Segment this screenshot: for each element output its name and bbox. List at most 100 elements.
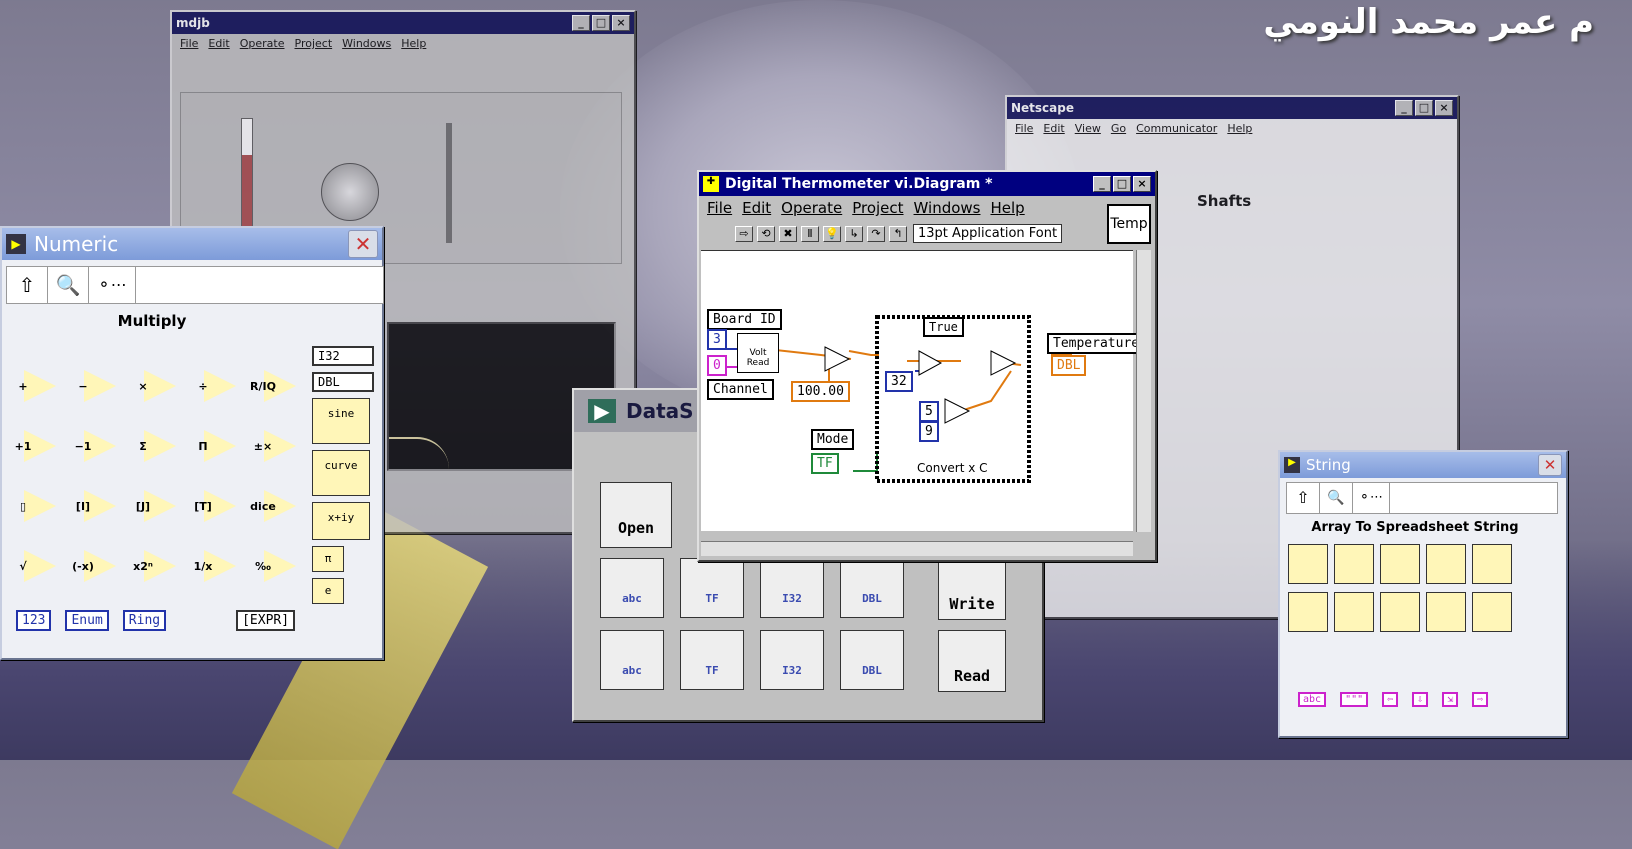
browser-menu-communicator[interactable]: Communicator — [1136, 122, 1217, 135]
horizontal-scrollbar[interactable] — [701, 541, 1133, 556]
run-continuous-icon[interactable]: ⟲ — [757, 225, 775, 242]
board-id-constant[interactable]: 3 — [707, 329, 727, 350]
numeric-function-0-4[interactable]: R/IQR/IQ — [250, 358, 308, 414]
front-panel-titlebar[interactable]: mdjb _ □ × — [172, 12, 634, 34]
font-selector[interactable]: 13pt Application Font — [913, 224, 1063, 243]
constant-32[interactable]: 32 — [885, 371, 913, 392]
string-constant-1[interactable]: """ — [1340, 692, 1369, 707]
constant-5[interactable]: 5 — [919, 401, 939, 422]
browser-menu-go[interactable]: Go — [1111, 122, 1126, 135]
menu-project[interactable]: Project — [295, 37, 333, 50]
step-into-icon[interactable]: ↳ — [845, 225, 863, 242]
diagram-menu-help[interactable]: Help — [991, 199, 1025, 217]
browser-menu-help[interactable]: Help — [1227, 122, 1252, 135]
complex-subpalette[interactable]: x+iy — [312, 502, 370, 540]
diagram-menu-windows[interactable]: Windows — [914, 199, 981, 217]
close-icon[interactable]: ✕ — [348, 230, 378, 258]
numeric-function-3-3[interactable]: 1/x1/x — [192, 538, 248, 594]
search-icon[interactable]: 🔍 — [48, 267, 89, 303]
dbl-conversion[interactable]: DBL — [312, 372, 374, 392]
datasocket-write-0[interactable]: abc — [600, 558, 664, 618]
string-function-5[interactable] — [1288, 592, 1328, 632]
up-arrow-icon[interactable]: ⇧ — [1287, 483, 1320, 513]
numeric-function-3-4[interactable]: ‰‰ — [252, 538, 308, 594]
string-function-2[interactable] — [1380, 544, 1420, 584]
numeric-function-0-3[interactable]: ÷÷ — [192, 358, 248, 414]
run-arrow-icon[interactable]: ⇨ — [735, 225, 753, 242]
i32-conversion[interactable]: I32 — [312, 346, 374, 366]
diagram-menu-operate[interactable]: Operate — [781, 199, 842, 217]
datasocket-read-0[interactable]: abc — [600, 630, 664, 690]
close-icon[interactable]: ✕ — [1538, 454, 1562, 476]
string-function-8[interactable] — [1426, 592, 1466, 632]
temperature-indicator[interactable]: DBL — [1051, 355, 1087, 376]
string-palette-window[interactable]: ▶ String ✕ ⇧ 🔍 ⚬⋯ Array To Spreadsheet S… — [1278, 450, 1568, 738]
maximize-button[interactable]: □ — [592, 15, 610, 31]
string-titlebar[interactable]: ▶ String ✕ — [1280, 452, 1566, 478]
block-diagram-canvas[interactable]: Board ID 3 0 Channel Volt Read 100.00 Mo… — [701, 250, 1146, 531]
string-function-3[interactable] — [1426, 544, 1466, 584]
browser-menu-view[interactable]: View — [1075, 122, 1101, 135]
volt-read-subvi[interactable]: Volt Read — [737, 333, 779, 373]
numeric-function-1-3[interactable]: ΠΠ — [192, 418, 248, 474]
menu-edit[interactable]: Edit — [208, 37, 229, 50]
string-function-4[interactable] — [1472, 544, 1512, 584]
channel-constant[interactable]: 0 — [707, 355, 727, 376]
string-constant-0[interactable]: abc — [1298, 692, 1327, 707]
string-constant-4[interactable]: ⇲ — [1442, 692, 1459, 707]
numeric-function-2-0[interactable]: ▯▯ — [12, 478, 68, 534]
string-function-6[interactable] — [1334, 592, 1374, 632]
menu-file[interactable]: File — [180, 37, 198, 50]
menu-help[interactable]: Help — [401, 37, 426, 50]
ring-constant[interactable]: Ring — [122, 610, 167, 631]
up-arrow-icon[interactable]: ⇧ — [7, 267, 48, 303]
string-constant-2[interactable]: ⇦ — [1382, 692, 1399, 707]
datasocket-read[interactable]: Read — [938, 630, 1006, 692]
datasocket-read-2[interactable]: I32 — [760, 630, 824, 690]
string-function-1[interactable] — [1334, 544, 1374, 584]
close-button[interactable]: × — [1133, 176, 1151, 192]
datasocket-read-3[interactable]: DBL — [840, 630, 904, 690]
string-function-7[interactable] — [1380, 592, 1420, 632]
maximize-button[interactable]: □ — [1113, 176, 1131, 192]
search-icon[interactable]: 🔍 — [1320, 483, 1353, 513]
options-icon[interactable]: ⚬⋯ — [89, 267, 136, 303]
datasocket-open[interactable]: Open — [600, 482, 672, 548]
minimize-button[interactable]: _ — [1093, 176, 1111, 192]
datasocket-read-1[interactable]: TF — [680, 630, 744, 690]
constants-e[interactable]: e — [312, 578, 344, 604]
constants-pi[interactable]: π — [312, 546, 344, 572]
diagram-menu-project[interactable]: Project — [852, 199, 903, 217]
diagram-menu-edit[interactable]: Edit — [742, 199, 771, 217]
numeric-function-3-1[interactable]: (-x)(-x) — [72, 538, 128, 594]
step-out-icon[interactable]: ↰ — [889, 225, 907, 242]
string-constant-5[interactable]: ⇨ — [1472, 692, 1489, 707]
minimize-button[interactable]: _ — [1395, 100, 1413, 116]
close-button[interactable]: × — [612, 15, 630, 31]
constant-100[interactable]: 100.00 — [791, 381, 850, 402]
datasocket-write[interactable]: Write — [938, 558, 1006, 620]
constant-9[interactable]: 9 — [919, 421, 939, 442]
case-selector[interactable]: True — [923, 317, 964, 337]
browser-menu-edit[interactable]: Edit — [1043, 122, 1064, 135]
trig-subpalette[interactable]: sine — [312, 398, 370, 444]
numeric-function-3-0[interactable]: √√ — [12, 538, 68, 594]
numeric-function-1-4[interactable]: ±×±× — [252, 418, 308, 474]
menu-windows[interactable]: Windows — [342, 37, 391, 50]
string-function-0[interactable] — [1288, 544, 1328, 584]
numeric-function-1-1[interactable]: −1−1 — [72, 418, 128, 474]
numeric-function-1-0[interactable]: +1+1 — [12, 418, 68, 474]
close-button[interactable]: × — [1435, 100, 1453, 116]
highlight-execution-icon[interactable]: 💡 — [823, 225, 841, 242]
slider[interactable] — [446, 123, 452, 243]
menu-operate[interactable]: Operate — [240, 37, 285, 50]
numeric-titlebar[interactable]: ▶ Numeric ✕ — [2, 228, 382, 260]
pause-icon[interactable]: Ⅱ — [801, 225, 819, 242]
numeric-function-2-4[interactable]: dicedice — [250, 478, 308, 534]
datasocket-write-3[interactable]: DBL — [840, 558, 904, 618]
expression-node[interactable]: [EXPR] — [236, 610, 296, 631]
options-icon[interactable]: ⚬⋯ — [1353, 483, 1390, 513]
enum-constant[interactable]: Enum — [65, 610, 109, 631]
maximize-button[interactable]: □ — [1415, 100, 1433, 116]
vi-connector-icon[interactable]: Temp — [1107, 204, 1151, 244]
